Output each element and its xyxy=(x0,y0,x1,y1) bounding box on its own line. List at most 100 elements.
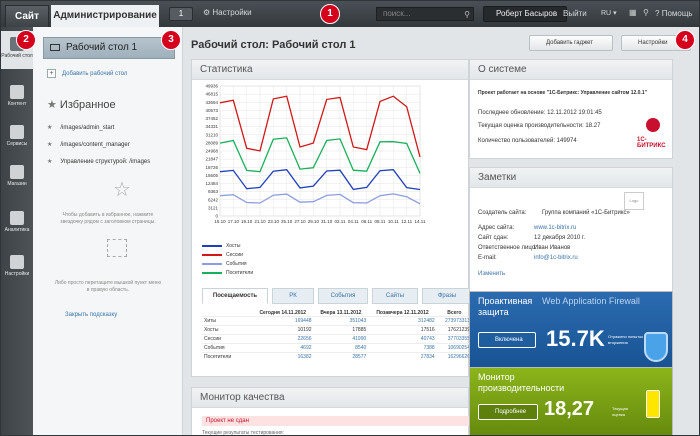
rail-item-analytics[interactable]: Аналитика xyxy=(1,211,33,233)
cell-value: 17621239 xyxy=(436,325,472,335)
notes-title: Заметки xyxy=(470,168,672,188)
y-tick-label: 31210 xyxy=(205,132,218,137)
tab-attendance[interactable]: Посещаемость xyxy=(202,288,268,304)
x-tick-label: 17.10 xyxy=(228,219,240,224)
email-link[interactable]: info@1c-bitrix.ru xyxy=(534,255,578,261)
cell-link[interactable]: 169448 xyxy=(252,316,314,326)
favorite-item[interactable]: ★ Управление структурой: /images xyxy=(47,158,150,165)
note-key: Ответственное лицо: xyxy=(478,245,537,251)
y-tick-label: 46815 xyxy=(205,92,218,97)
tab-sites[interactable]: Сайты xyxy=(372,288,418,304)
y-tick-label: 15605 xyxy=(205,173,218,178)
perfmon-title: Монитор производительности xyxy=(478,372,565,393)
legend-item: Посетители xyxy=(202,270,253,276)
settings-button-label: Настройки xyxy=(638,40,668,46)
perfmon-details-button[interactable]: Подробнее xyxy=(478,404,538,420)
add-desktop-link[interactable]: + Добавить рабочий стол xyxy=(47,69,127,78)
tab-admin[interactable]: Администрирование xyxy=(51,5,159,27)
legend-label: Хосты xyxy=(226,243,241,249)
quality-title: Монитор качества xyxy=(192,388,468,408)
note-key: E-mail: xyxy=(478,255,497,261)
top-panel: Сайт Администрирование 1 ⚙ Настройки пои… xyxy=(1,1,699,27)
proactive-enabled-button[interactable]: Включена xyxy=(478,332,536,348)
cell-link[interactable]: 28577 xyxy=(313,352,369,362)
cell-link[interactable]: 22656 xyxy=(252,334,314,344)
cell-link[interactable]: 351043 xyxy=(313,316,369,326)
search-input[interactable]: поиск... ⚲ xyxy=(376,7,474,21)
user-button[interactable]: Роберт Басыров xyxy=(483,6,567,22)
plus-icon: + xyxy=(47,69,56,78)
favorite-item[interactable]: ★ /images/content_manager xyxy=(47,141,130,148)
cell-link[interactable]: 37703355 xyxy=(436,334,472,344)
row-label: События xyxy=(202,343,252,353)
x-tick-label: 29.10 xyxy=(308,219,320,224)
pin-icon[interactable]: ⚲ xyxy=(643,8,649,17)
cell-link[interactable]: 273973313 xyxy=(436,316,472,326)
add-gadget-label: Добавить гаджет xyxy=(546,40,593,46)
cell-link[interactable]: 10690254 xyxy=(436,343,472,353)
cell-link[interactable]: 27834 xyxy=(368,352,437,362)
favorite-label: Управление структурой: /images xyxy=(60,159,151,165)
analytics-icon xyxy=(10,211,24,225)
language-select[interactable]: RU ▾ xyxy=(601,9,617,17)
main-menu-rail: Рабочий стол Контент Сервисы Магазин Ана… xyxy=(1,27,33,435)
x-tick-label: 14.11 xyxy=(415,219,426,224)
site-logo: Logo xyxy=(624,192,644,210)
traffic-chart: 4993646815436944057337452343313121028089… xyxy=(205,84,426,225)
bitrix-logo-icon xyxy=(646,118,660,132)
close-hint-link[interactable]: Закрыть подсказку xyxy=(65,312,117,318)
cell-link[interactable]: 40743 xyxy=(368,334,437,344)
legend-swatch xyxy=(202,244,222,247)
cell-value: 10192 xyxy=(252,325,314,335)
cell-link[interactable]: 16296626 xyxy=(436,352,472,362)
y-tick-label: 28089 xyxy=(205,140,218,145)
cart-icon xyxy=(10,165,24,179)
y-tick-label: 12484 xyxy=(205,181,218,186)
note-key: Адрес сайта: xyxy=(478,225,515,231)
cell-link[interactable]: 41990 xyxy=(313,334,369,344)
rail-item-content[interactable]: Контент xyxy=(1,85,33,107)
rail-label: Магазин xyxy=(7,181,27,187)
tab-rk[interactable]: РК xyxy=(272,288,314,304)
rail-item-services[interactable]: Сервисы xyxy=(1,125,33,147)
notes-gadget: Заметки Создатель сайта: Группа компаний… xyxy=(469,167,673,305)
cell-link[interactable]: 312482 xyxy=(368,316,437,326)
help-link[interactable]: ? Помощь xyxy=(655,9,693,18)
x-tick-label: 08.11 xyxy=(375,219,386,224)
x-tick-label: 25.10 xyxy=(281,219,293,224)
rail-item-settings[interactable]: Настройки xyxy=(1,255,33,277)
cell-link[interactable]: 16382 xyxy=(252,352,314,362)
settings-link[interactable]: ⚙ Настройки xyxy=(203,8,252,17)
cell-link[interactable]: 8540 xyxy=(313,343,369,353)
x-tick-label: 21.10 xyxy=(254,219,266,224)
logout-link[interactable]: Выйти xyxy=(563,9,587,18)
system-gadget: О системе Проект работает на основе "1С-… xyxy=(469,59,673,159)
battery-icon xyxy=(646,390,660,418)
tab-phrases[interactable]: Фразы xyxy=(422,288,472,304)
tab-site[interactable]: Сайт xyxy=(5,5,49,27)
grid-icon[interactable]: ▦ xyxy=(629,8,637,17)
proactive-button-label: Включена xyxy=(495,337,523,343)
notifications-button[interactable]: 1 xyxy=(169,7,193,21)
statistics-title: Статистика xyxy=(192,60,468,80)
site-url-link[interactable]: www.1c-bitrix.ru xyxy=(534,225,576,231)
cell-value: 17516 xyxy=(368,325,437,335)
cell-link[interactable]: 4692 xyxy=(252,343,314,353)
favorite-label: /images/content_manager xyxy=(60,142,130,148)
rail-item-shop[interactable]: Магазин xyxy=(1,165,33,187)
x-tick-label: 23.10 xyxy=(268,219,280,224)
callout-marker: 1 xyxy=(320,4,340,24)
cell-link[interactable]: 7388 xyxy=(368,343,437,353)
tab-events[interactable]: События xyxy=(318,288,368,304)
add-gadget-button[interactable]: Добавить гаджет xyxy=(529,35,613,51)
legend-item: Сессии xyxy=(202,252,243,258)
favorite-item[interactable]: ★ /images/admin_start xyxy=(47,124,114,131)
desktop-item-active[interactable]: Рабочий стол 1 xyxy=(43,37,175,59)
desktop-label: Рабочий стол 1 xyxy=(66,42,138,53)
rail-label: Настройки xyxy=(4,271,30,277)
x-tick-label: 04.11 xyxy=(348,219,359,224)
y-tick-label: 6242 xyxy=(208,197,219,202)
edit-notes-link[interactable]: Изменить xyxy=(478,271,505,277)
stats-tabs: Посещаемость РК События Сайты Фразы xyxy=(202,288,472,304)
x-tick-label: 02.11 xyxy=(335,219,346,224)
